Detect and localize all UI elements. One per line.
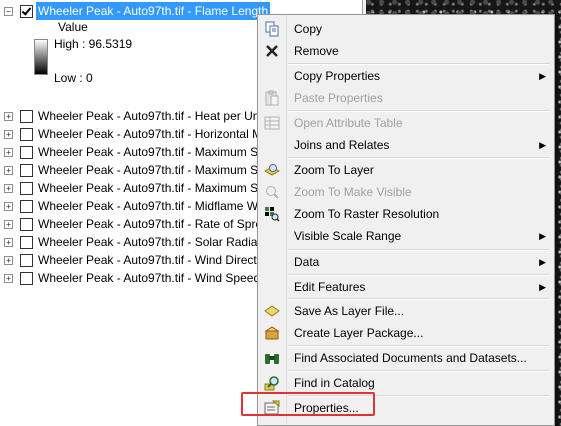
menu-item-label: Save As Layer File... bbox=[294, 304, 405, 318]
layer-visibility-checkbox[interactable] bbox=[20, 128, 33, 141]
menu-item-copy[interactable]: Copy bbox=[258, 18, 554, 40]
menu-item-label: Zoom To Make Visible bbox=[294, 185, 412, 199]
menu-item-label: Open Attribute Table bbox=[294, 116, 403, 130]
expand-icon[interactable]: + bbox=[4, 256, 13, 265]
submenu-arrow-icon: ▶ bbox=[539, 257, 546, 267]
menu-item-paste-properties: Paste Properties bbox=[258, 87, 554, 109]
menu-item-copy-properties[interactable]: Copy Properties ▶ bbox=[258, 65, 554, 87]
layer-name[interactable]: Wheeler Peak - Auto97th.tif - Maximum S bbox=[38, 179, 258, 197]
layer-visibility-checkbox[interactable] bbox=[20, 5, 33, 18]
menu-item-zoom-to-make-visible: Zoom To Make Visible bbox=[258, 181, 554, 203]
expand-icon[interactable]: + bbox=[4, 220, 13, 229]
layer-name[interactable]: Wheeler Peak - Auto97th.tif - Heat per U… bbox=[38, 107, 259, 125]
table-icon bbox=[264, 116, 280, 130]
expand-icon[interactable]: + bbox=[4, 148, 13, 157]
menu-item-find-associated-documents[interactable]: Find Associated Documents and Datasets..… bbox=[258, 347, 554, 369]
expand-icon[interactable]: + bbox=[4, 130, 13, 139]
copy-icon bbox=[265, 21, 279, 37]
layer-name[interactable]: Wheeler Peak - Auto97th.tif - Maximum S bbox=[38, 143, 258, 161]
layer-context-menu: Copy Remove Copy Properties ▶ Paste Prop… bbox=[257, 14, 555, 426]
submenu-arrow-icon: ▶ bbox=[539, 282, 546, 292]
menu-item-save-as-layer-file[interactable]: Save As Layer File... bbox=[258, 300, 554, 322]
expand-icon[interactable]: + bbox=[4, 274, 13, 283]
layer-package-icon bbox=[264, 326, 280, 340]
layer-row[interactable]: + Wheeler Peak - Auto97th.tif - Maximum … bbox=[0, 179, 260, 197]
zoom-visible-icon bbox=[266, 186, 279, 199]
menu-item-label: Copy bbox=[294, 22, 323, 36]
layer-name[interactable]: Wheeler Peak - Auto97th.tif - Midflame W bbox=[38, 197, 258, 215]
layer-row[interactable]: + Wheeler Peak - Auto97th.tif - Horizont… bbox=[0, 125, 262, 143]
collapse-icon[interactable]: − bbox=[4, 7, 13, 16]
menu-item-zoom-to-raster-resolution[interactable]: Zoom To Raster Resolution bbox=[258, 203, 554, 225]
legend-low-label: Low : 0 bbox=[54, 71, 93, 85]
menu-item-label: Data bbox=[294, 255, 320, 269]
submenu-arrow-icon: ▶ bbox=[539, 71, 546, 81]
submenu-arrow-icon: ▶ bbox=[539, 140, 546, 150]
layer-visibility-checkbox[interactable] bbox=[20, 110, 33, 123]
menu-item-label: Edit Features bbox=[294, 280, 366, 294]
layer-row[interactable]: + Wheeler Peak - Auto97th.tif - Maximum … bbox=[0, 143, 260, 161]
expand-icon[interactable]: + bbox=[4, 184, 13, 193]
layer-name[interactable]: Wheeler Peak - Auto97th.tif - Wind Speed bbox=[38, 269, 260, 287]
paste-icon bbox=[265, 90, 279, 106]
menu-item-label: Paste Properties bbox=[294, 91, 383, 105]
layer-name[interactable]: Wheeler Peak - Auto97th.tif - Horizontal… bbox=[38, 125, 262, 143]
legend-high-label: High : 96.5319 bbox=[54, 37, 133, 51]
legend-value-label: Value bbox=[58, 20, 88, 34]
legend-color-ramp bbox=[34, 39, 48, 75]
menu-item-remove[interactable]: Remove bbox=[258, 40, 554, 62]
layer-row[interactable]: + Wheeler Peak - Auto97th.tif - Solar Ra… bbox=[0, 233, 261, 251]
expand-icon[interactable]: + bbox=[4, 238, 13, 247]
menu-item-label: Visible Scale Range bbox=[294, 229, 402, 243]
layer-row[interactable]: + Wheeler Peak - Auto97th.tif - Maximum … bbox=[0, 161, 260, 179]
catalog-search-icon bbox=[264, 376, 279, 391]
menu-item-label: Zoom To Raster Resolution bbox=[294, 207, 440, 221]
expand-icon[interactable]: + bbox=[4, 202, 13, 211]
layer-visibility-checkbox[interactable] bbox=[20, 254, 33, 267]
menu-item-label: Joins and Relates bbox=[294, 138, 390, 152]
menu-item-label: Remove bbox=[294, 44, 339, 58]
zoom-to-layer-icon bbox=[264, 164, 280, 176]
layer-row[interactable]: + Wheeler Peak - Auto97th.tif - Wind Spe… bbox=[0, 269, 260, 287]
layer-visibility-checkbox[interactable] bbox=[20, 200, 33, 213]
submenu-arrow-icon: ▶ bbox=[539, 231, 546, 241]
remove-icon bbox=[266, 45, 278, 57]
menu-item-data[interactable]: Data ▶ bbox=[258, 251, 554, 273]
layer-visibility-checkbox[interactable] bbox=[20, 272, 33, 285]
menu-item-label: Find in Catalog bbox=[294, 376, 375, 390]
menu-item-find-in-catalog[interactable]: Find in Catalog bbox=[258, 372, 554, 394]
layer-name[interactable]: Wheeler Peak - Auto97th.tif - Rate of Sp… bbox=[38, 215, 262, 233]
menu-item-edit-features[interactable]: Edit Features ▶ bbox=[258, 276, 554, 298]
menu-item-label: Zoom To Layer bbox=[294, 163, 374, 177]
menu-item-joins-and-relates[interactable]: Joins and Relates ▶ bbox=[258, 134, 554, 156]
raster-resolution-icon bbox=[265, 207, 280, 222]
layer-name[interactable]: Wheeler Peak - Auto97th.tif - Wind Direc… bbox=[38, 251, 257, 269]
menu-item-label: Copy Properties bbox=[294, 69, 381, 83]
binoculars-icon bbox=[265, 354, 279, 364]
menu-item-create-layer-package[interactable]: Create Layer Package... bbox=[258, 322, 554, 344]
layer-row[interactable]: + Wheeler Peak - Auto97th.tif - Rate of … bbox=[0, 215, 262, 233]
menu-item-label: Create Layer Package... bbox=[294, 326, 424, 340]
menu-item-visible-scale-range[interactable]: Visible Scale Range ▶ bbox=[258, 225, 554, 247]
layer-row-selected[interactable]: − Wheeler Peak - Auto97th.tif - Flame Le… bbox=[0, 2, 300, 20]
layer-visibility-checkbox[interactable] bbox=[20, 218, 33, 231]
expand-icon[interactable]: + bbox=[4, 112, 13, 121]
menu-item-open-attribute-table: Open Attribute Table bbox=[258, 112, 554, 134]
expand-icon[interactable]: + bbox=[4, 166, 13, 175]
menu-item-zoom-to-layer[interactable]: Zoom To Layer bbox=[258, 159, 554, 181]
layer-visibility-checkbox[interactable] bbox=[20, 164, 33, 177]
layer-name[interactable]: Wheeler Peak - Auto97th.tif - Flame Leng… bbox=[36, 2, 271, 20]
layer-row[interactable]: + Wheeler Peak - Auto97th.tif - Heat per… bbox=[0, 107, 260, 125]
menu-item-label: Find Associated Documents and Datasets..… bbox=[294, 351, 527, 365]
properties-highlight-box bbox=[241, 392, 375, 416]
layer-visibility-checkbox[interactable] bbox=[20, 146, 33, 159]
layer-visibility-checkbox[interactable] bbox=[20, 182, 33, 195]
layer-name[interactable]: Wheeler Peak - Auto97th.tif - Maximum S bbox=[38, 161, 258, 179]
layer-name[interactable]: Wheeler Peak - Auto97th.tif - Solar Radi… bbox=[38, 233, 261, 251]
layer-row[interactable]: + Wheeler Peak - Auto97th.tif - Wind Dir… bbox=[0, 251, 260, 269]
layer-file-icon bbox=[264, 305, 280, 317]
layer-row[interactable]: + Wheeler Peak - Auto97th.tif - Midflame… bbox=[0, 197, 260, 215]
layer-visibility-checkbox[interactable] bbox=[20, 236, 33, 249]
